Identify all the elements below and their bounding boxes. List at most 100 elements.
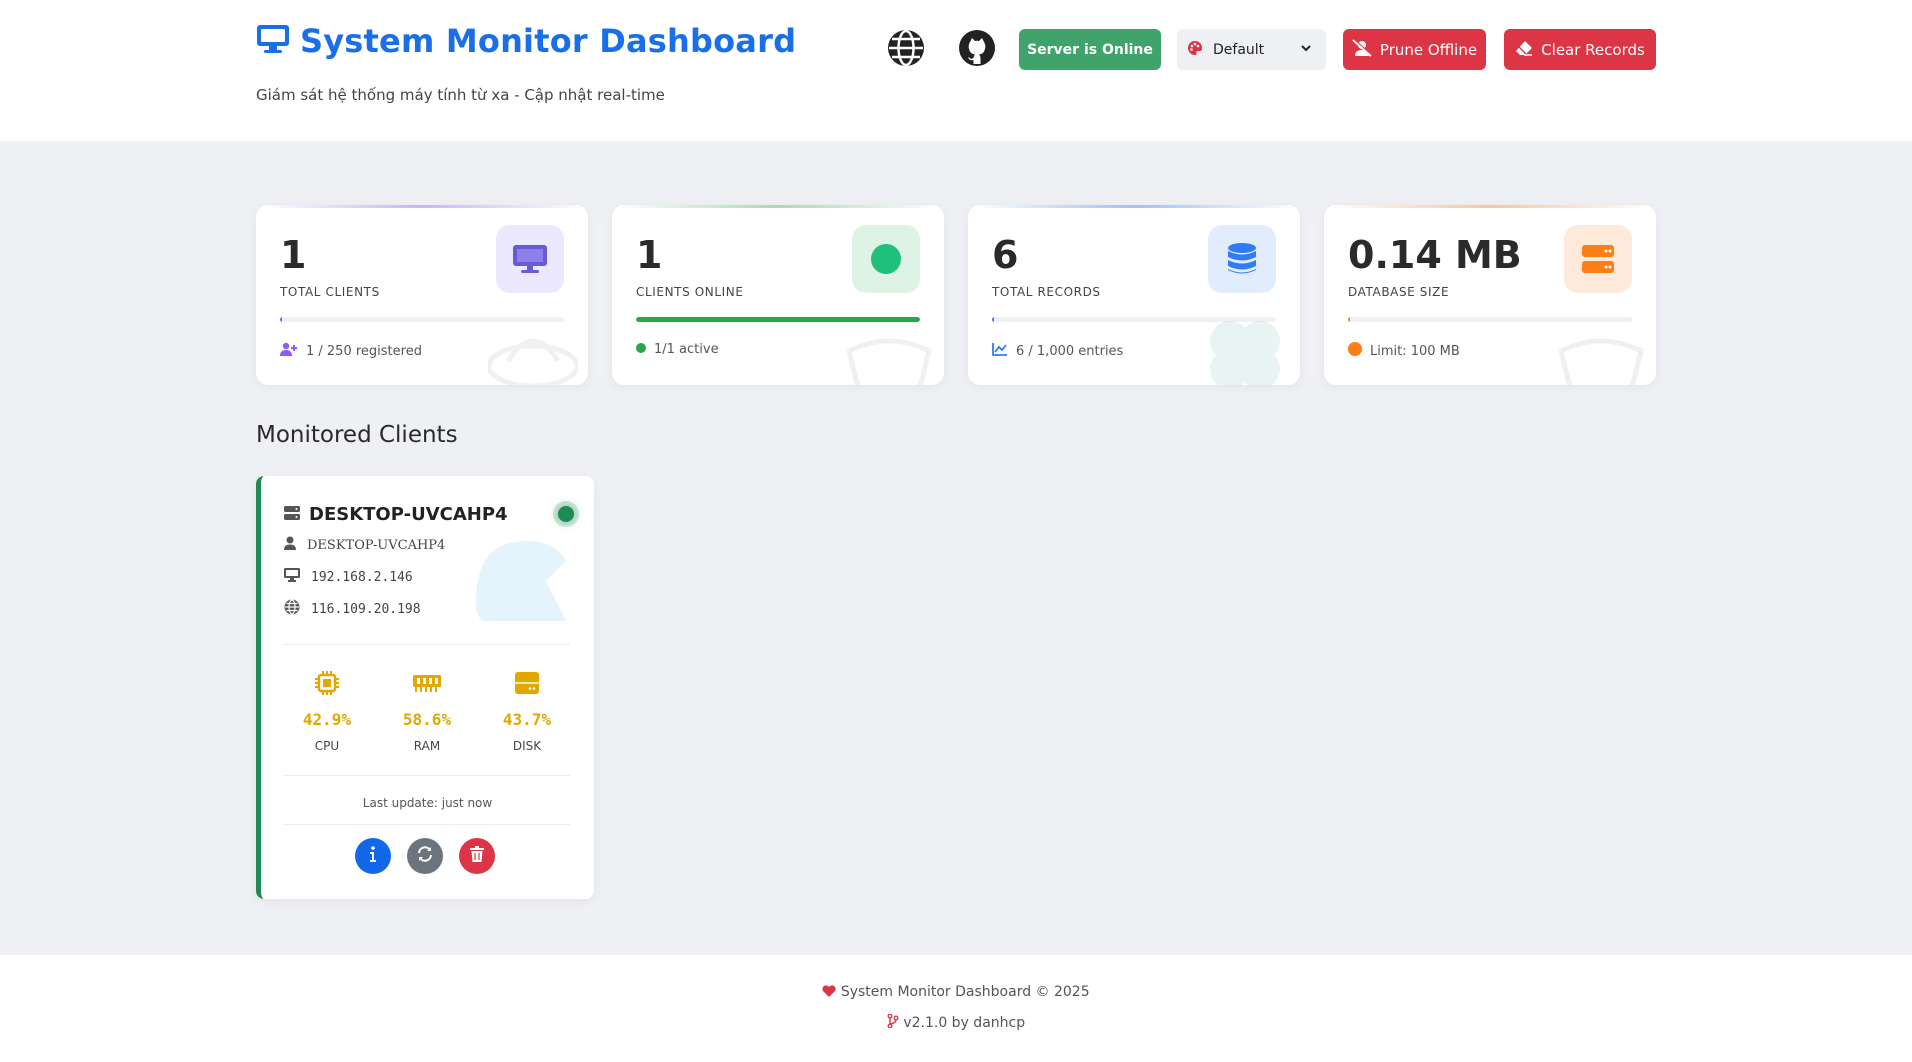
metric-label: CPU (314, 739, 340, 753)
brand: System Monitor Dashboard (256, 22, 796, 60)
stat-value: 0.14 MB (1348, 233, 1522, 277)
header: System Monitor Dashboard Giám sát hệ thố… (0, 0, 1912, 141)
metric-ram: 58.6% RAM (387, 668, 467, 753)
stat-value: 1 (280, 233, 307, 277)
github-icon[interactable] (957, 28, 997, 68)
online-dot-icon (636, 342, 646, 357)
stat-footer: 6 / 1,000 entries (992, 342, 1123, 360)
footer-version-text: v2.1.0 by danhcp (903, 1015, 1026, 1031)
client-public-ip-row: 116.109.20.198 (284, 599, 421, 619)
globe-icon[interactable] (886, 28, 926, 68)
metric-label: DISK (512, 739, 542, 753)
progress-fill (280, 317, 283, 322)
stat-card-total-clients: 1 TOTAL CLIENTS 1 / 250 registered (256, 205, 588, 385)
stat-label: CLIENTS ONLINE (636, 285, 744, 299)
divider (284, 775, 570, 776)
refresh-icon (416, 845, 434, 867)
user-plus-icon (280, 342, 298, 360)
stat-footer: 1/1 active (636, 342, 719, 357)
stat-label: DATABASE SIZE (1348, 285, 1450, 299)
cpu-icon (287, 668, 367, 698)
delete-button[interactable] (459, 838, 495, 874)
decorative-illustration (486, 321, 580, 385)
stat-card-total-records: 6 TOTAL RECORDS 6 / 1,000 entries (968, 205, 1300, 385)
online-dot-icon (852, 225, 920, 293)
decorative-illustration (844, 321, 934, 385)
stat-footer-text: 1/1 active (654, 342, 719, 357)
ram-icon (387, 668, 467, 698)
page-title: System Monitor Dashboard (300, 22, 797, 60)
page-subtitle: Giám sát hệ thống máy tính từ xa - Cập n… (256, 86, 665, 104)
client-card[interactable]: DESKTOP-UVCAHP4 DESKTOP-UVCAHP4 192.168.… (256, 476, 594, 899)
monitor-icon (256, 24, 290, 58)
user-slash-icon (1352, 38, 1373, 61)
stat-footer-text: 1 / 250 registered (306, 343, 422, 359)
card-accent (256, 205, 588, 208)
metric-value: 58.6% (402, 710, 452, 729)
info-button[interactable] (355, 838, 391, 874)
card-accent (612, 205, 944, 208)
divider (284, 824, 570, 825)
heart-icon (822, 985, 836, 1001)
footer-copyright-text: System Monitor Dashboard © 2025 (840, 984, 1090, 1000)
clear-records-label: Clear Records (1541, 40, 1645, 59)
online-status-indicator (558, 506, 574, 522)
stat-value: 6 (992, 233, 1019, 277)
chevron-down-icon (1300, 42, 1312, 58)
footer: System Monitor Dashboard © 2025 v2.1.0 b… (0, 955, 1912, 1062)
monitor-icon (496, 225, 564, 293)
stat-label: TOTAL CLIENTS (280, 285, 380, 299)
code-branch-icon (887, 1013, 899, 1032)
globe-icon (284, 599, 300, 619)
metric-value: 42.9% (302, 710, 352, 729)
client-public-ip: 116.109.20.198 (311, 601, 421, 617)
client-hostname: DESKTOP-UVCAHP4 (284, 504, 508, 525)
client-user-row: DESKTOP-UVCAHP4 (284, 536, 445, 554)
section-title: Monitored Clients (256, 422, 458, 448)
stat-footer: Limit: 100 MB (1348, 342, 1460, 360)
server-icon (1564, 225, 1632, 293)
decorative-illustration (1200, 311, 1290, 385)
stat-card-database-size: 0.14 MB DATABASE SIZE Limit: 100 MB (1324, 205, 1656, 385)
refresh-button[interactable] (407, 838, 443, 874)
progress-fill (992, 317, 995, 322)
divider (284, 644, 570, 645)
footer-copyright: System Monitor Dashboard © 2025 (0, 984, 1912, 1001)
prune-offline-button[interactable]: Prune Offline (1343, 29, 1486, 70)
info-icon (369, 846, 377, 866)
progress-fill (1348, 317, 1351, 322)
decorative-illustration (1556, 321, 1646, 385)
desktop-icon (284, 568, 300, 586)
stat-label: TOTAL RECORDS (992, 285, 1101, 299)
theme-select-value: Default (1213, 41, 1265, 58)
stat-footer-text: 6 / 1,000 entries (1016, 343, 1124, 359)
theme-select[interactable]: Default (1177, 29, 1326, 70)
decorative-illustration (466, 521, 576, 635)
client-user: DESKTOP-UVCAHP4 (307, 537, 446, 553)
user-icon (284, 536, 296, 554)
eraser-icon (1515, 40, 1533, 60)
status-dot-icon (1348, 342, 1362, 360)
palette-icon (1187, 40, 1203, 60)
trash-icon (470, 846, 484, 866)
card-accent (1324, 205, 1656, 208)
card-accent (968, 205, 1300, 208)
database-icon (1208, 225, 1276, 293)
client-local-ip-row: 192.168.2.146 (284, 568, 413, 586)
metric-label: RAM (413, 739, 441, 753)
chart-line-icon (992, 342, 1008, 360)
stat-value: 1 (636, 233, 663, 277)
metric-disk: 43.7% DISK (487, 668, 567, 753)
client-local-ip: 192.168.2.146 (311, 569, 413, 585)
prune-offline-label: Prune Offline (1379, 40, 1478, 59)
stat-card-clients-online: 1 CLIENTS ONLINE 1/1 active (612, 205, 944, 385)
metric-cpu: 42.9% CPU (287, 668, 367, 753)
footer-version: v2.1.0 by danhcp (0, 1013, 1912, 1032)
server-icon (284, 504, 300, 525)
stat-footer: 1 / 250 registered (280, 342, 422, 360)
server-status-button[interactable]: Server is Online (1019, 29, 1161, 70)
last-update: Last update: just now (362, 796, 493, 810)
clear-records-button[interactable]: Clear Records (1504, 29, 1656, 70)
metric-value: 43.7% (502, 710, 552, 729)
server-status-label: Server is Online (1027, 41, 1153, 58)
